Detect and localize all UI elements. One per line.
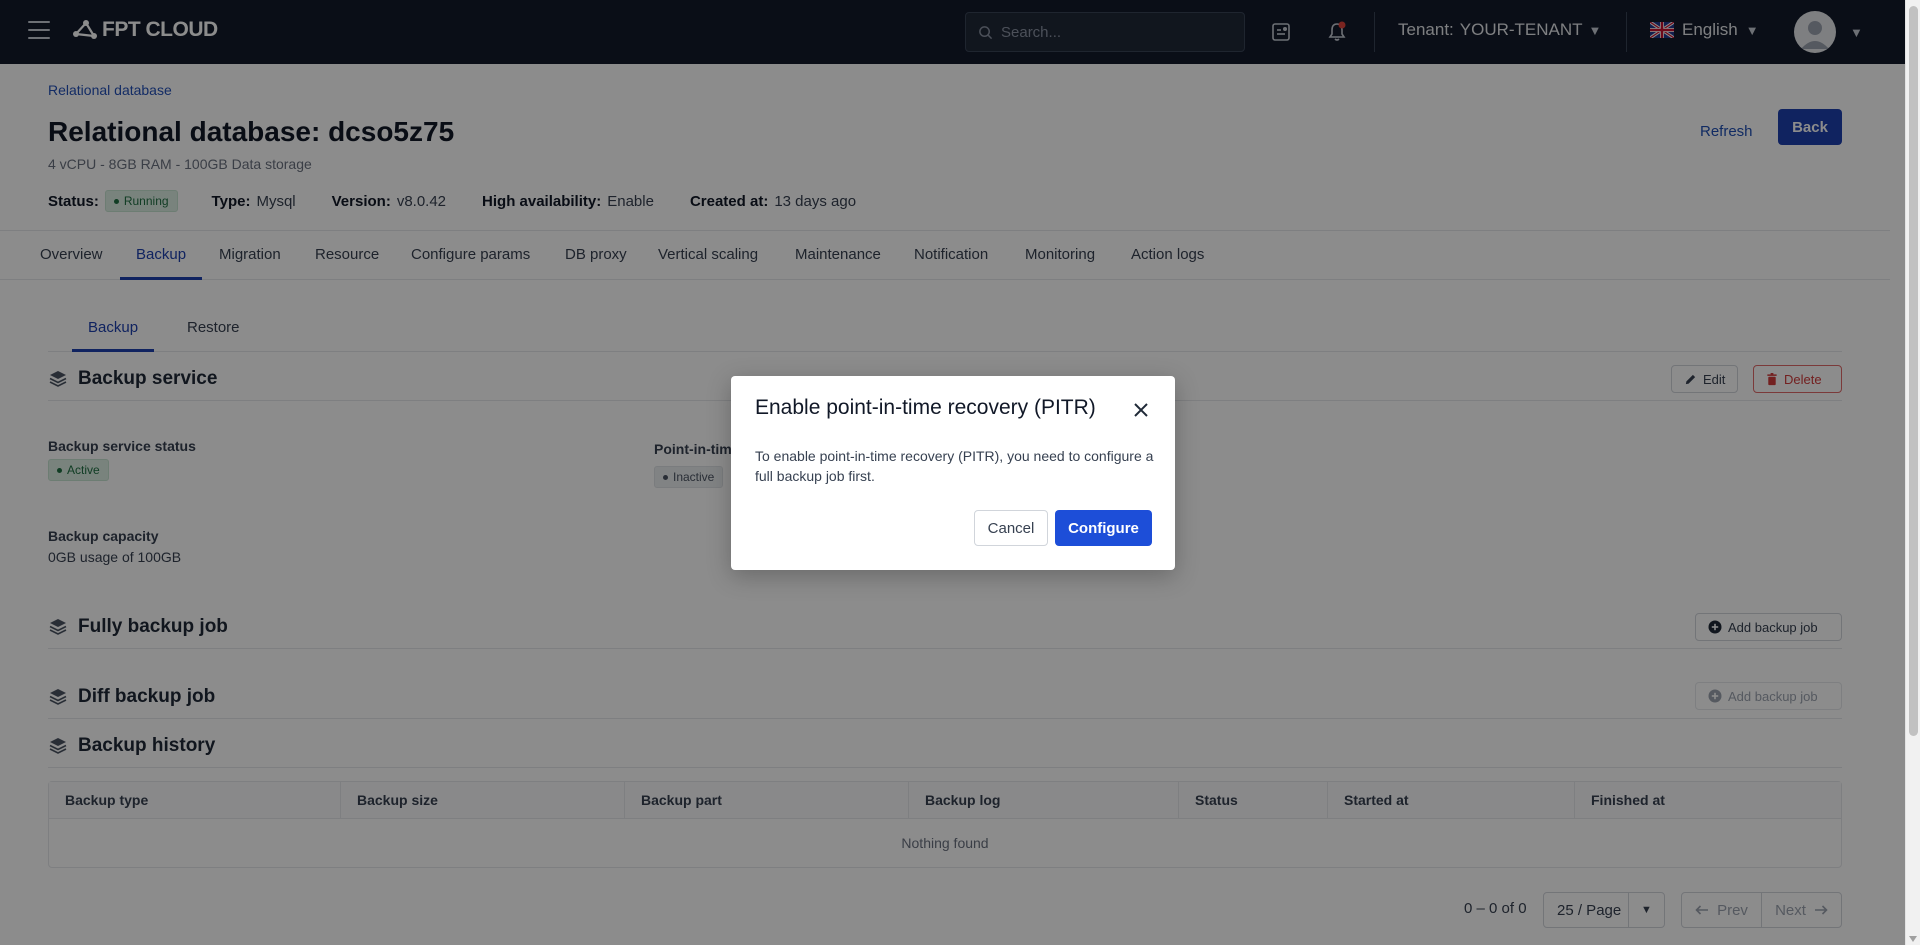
scrollbar-thumb[interactable]: [1909, 6, 1918, 736]
pitr-modal: Enable point-in-time recovery (PITR) To …: [731, 376, 1175, 570]
modal-body: To enable point-in-time recovery (PITR),…: [755, 448, 1154, 484]
close-icon[interactable]: [1127, 396, 1155, 424]
vertical-scrollbar[interactable]: [1905, 0, 1920, 945]
configure-button[interactable]: Configure: [1055, 510, 1152, 546]
modal-title: Enable point-in-time recovery (PITR): [755, 396, 1096, 419]
scroll-down-icon[interactable]: [1909, 936, 1917, 942]
cancel-button[interactable]: Cancel: [974, 510, 1048, 546]
